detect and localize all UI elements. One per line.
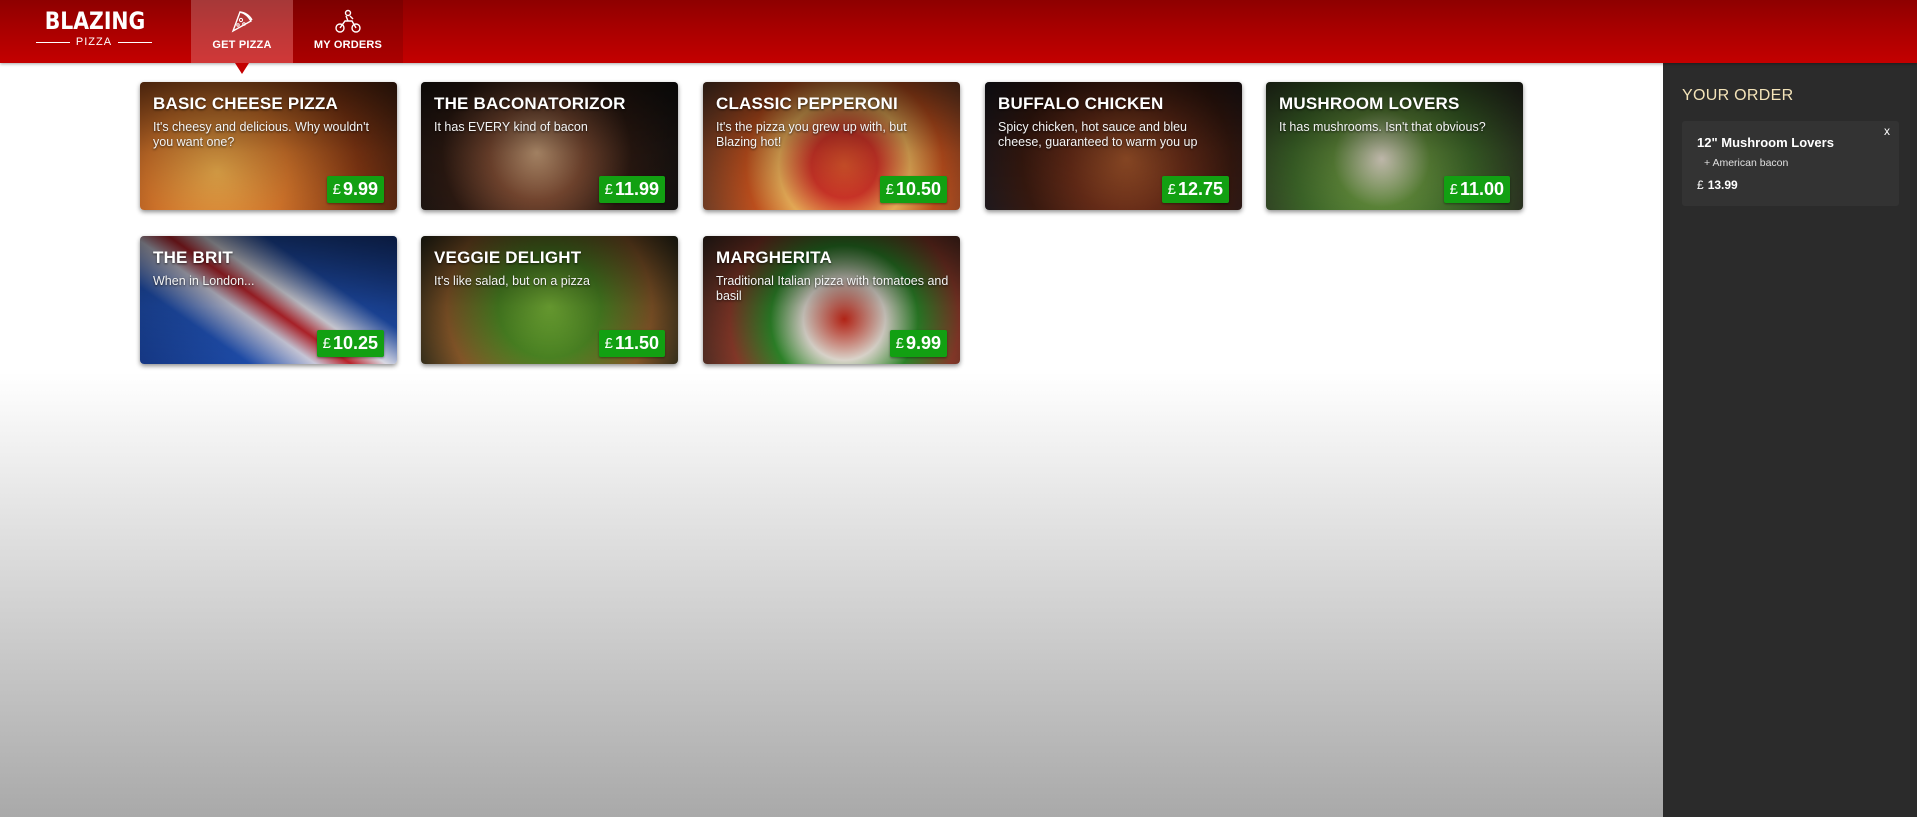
price-badge: £ 10.50 [879, 176, 947, 203]
pizza-title: MARGHERITA [716, 248, 832, 267]
pizza-title: CLASSIC PEPPERONI [716, 94, 898, 113]
top-bar: BLAZING PIZZA GET PIZZA MY ORDERS [0, 0, 1917, 63]
pizza-title: VEGGIE DELIGHT [434, 248, 582, 267]
currency-symbol: £ [1167, 181, 1176, 198]
order-item-topping: + American bacon [1704, 157, 1789, 169]
price-badge: £ 11.99 [598, 176, 665, 203]
pizza-card[interactable]: BUFFALO CHICKEN Spicy chicken, hot sauce… [985, 82, 1242, 210]
pizza-card[interactable]: MUSHROOM LOVERS It has mushrooms. Isn't … [1266, 82, 1523, 210]
pizza-description: It has EVERY kind of bacon [434, 120, 588, 134]
order-item-price-amount: 13.99 [1707, 178, 1738, 192]
pizza-card[interactable]: MARGHERITA Traditional Italian pizza wit… [703, 236, 960, 364]
order-item-name: 12" Mushroom Lovers [1697, 135, 1834, 150]
currency-symbol: £ [1697, 178, 1704, 192]
price-amount: 10.25 [332, 333, 378, 353]
pizza-description: It's like salad, but on a pizza [434, 274, 590, 288]
logo-subtitle: PIZZA [75, 36, 113, 48]
price-amount: 10.50 [895, 179, 941, 199]
logo-subtitle-row: PIZZA [36, 36, 152, 48]
logo-text: BLAZING [44, 7, 146, 35]
tab-get-pizza-label: GET PIZZA [212, 39, 272, 51]
pizza-specials-area: BASIC CHEESE PIZZA It's cheesy and delic… [0, 63, 1663, 817]
price-amount: 12.75 [1177, 179, 1223, 199]
pizza-description: When in London... [153, 274, 255, 288]
price-badge: £ 11.50 [598, 330, 665, 357]
pizza-title: BASIC CHEESE PIZZA [153, 94, 338, 113]
price-badge: £ 9.99 [889, 330, 947, 357]
delivery-scooter-icon [335, 9, 361, 33]
order-title: YOUR ORDER [1682, 87, 1794, 104]
currency-symbol: £ [1449, 181, 1458, 198]
price-amount: 11.99 [614, 179, 659, 199]
price-amount: 9.99 [342, 179, 378, 199]
currency-symbol: £ [885, 181, 894, 198]
pizza-description: Traditional Italian pizza with tomatoes … [716, 274, 949, 303]
pizza-title: THE BRIT [153, 248, 233, 267]
price-badge: £ 9.99 [326, 176, 384, 203]
remove-item-button[interactable]: x [1884, 124, 1890, 138]
pizza-description: It's the pizza you grew up with, but Bla… [716, 120, 907, 149]
order-item: x 12" Mushroom Lovers + American bacon £… [1682, 121, 1899, 206]
pizza-slice-icon [231, 11, 253, 33]
tab-my-orders-label: MY ORDERS [313, 39, 383, 51]
logo-divider-right [118, 41, 152, 43]
pizza-description: It has mushrooms. Isn't that obvious? [1279, 120, 1486, 134]
price-badge: £ 12.75 [1161, 176, 1229, 203]
pizza-card[interactable]: THE BRIT When in London... £ 10.25 [140, 236, 397, 364]
pizza-description: It's cheesy and delicious. Why wouldn't … [153, 120, 369, 149]
currency-symbol: £ [895, 335, 904, 352]
active-tab-indicator [235, 63, 249, 74]
pizza-card[interactable]: CLASSIC PEPPERONI It's the pizza you gre… [703, 82, 960, 210]
pizza-description: Spicy chicken, hot sauce and bleu cheese… [998, 120, 1198, 149]
currency-symbol: £ [604, 335, 613, 352]
order-sidebar: YOUR ORDER x 12" Mushroom Lovers + Ameri… [1663, 63, 1917, 817]
logo[interactable]: BLAZING PIZZA [36, 8, 152, 54]
pizza-title: BUFFALO CHICKEN [998, 94, 1164, 113]
currency-symbol: £ [604, 181, 613, 198]
tab-get-pizza[interactable]: GET PIZZA [191, 0, 293, 63]
price-badge: £ 10.25 [316, 330, 384, 357]
price-amount: 9.99 [905, 333, 941, 353]
price-badge: £ 11.00 [1443, 176, 1510, 203]
pizza-title: THE BACONATORIZOR [434, 94, 626, 113]
currency-symbol: £ [322, 335, 331, 352]
tab-my-orders[interactable]: MY ORDERS [293, 0, 403, 63]
pizza-card[interactable]: BASIC CHEESE PIZZA It's cheesy and delic… [140, 82, 397, 210]
price-amount: 11.50 [614, 333, 659, 353]
pizza-title: MUSHROOM LOVERS [1279, 94, 1460, 113]
pizza-card[interactable]: THE BACONATORIZOR It has EVERY kind of b… [421, 82, 678, 210]
price-amount: 11.00 [1459, 179, 1504, 199]
currency-symbol: £ [332, 181, 341, 198]
pizza-card[interactable]: VEGGIE DELIGHT It's like salad, but on a… [421, 236, 678, 364]
order-item-price: £13.99 [1697, 178, 1738, 192]
logo-divider-left [36, 41, 70, 43]
